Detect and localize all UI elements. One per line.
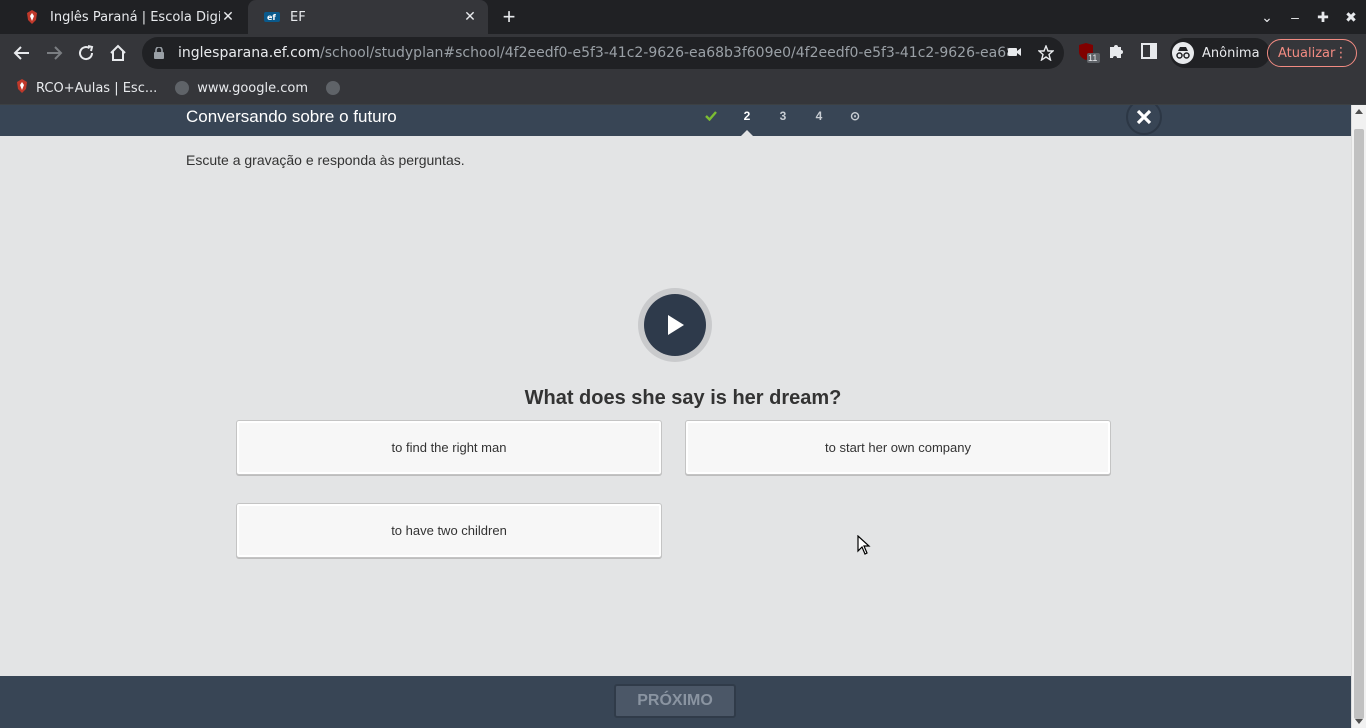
menu-dots-icon[interactable]: ⋮: [1334, 45, 1348, 61]
play-icon: [668, 315, 684, 335]
step-4[interactable]: 4: [806, 105, 832, 127]
answer-option-3[interactable]: to have two children: [236, 503, 662, 558]
answer-option-1[interactable]: to find the right man: [236, 420, 662, 475]
back-icon[interactable]: [10, 41, 34, 65]
new-tab-button[interactable]: +: [498, 6, 520, 28]
update-button[interactable]: Atualizar ⋮: [1267, 39, 1357, 67]
url-host: inglesparana.ef.com: [178, 45, 321, 61]
current-step-pointer: [741, 130, 753, 136]
extension-badge: 11: [1088, 53, 1098, 63]
scrollbar-thumb[interactable]: [1354, 129, 1364, 719]
tab-strip: Inglês Paraná | Escola Digital ✕ ef EF ✕…: [0, 0, 1366, 34]
parana-crest-icon: [16, 79, 28, 97]
bookmark-untitled[interactable]: [326, 81, 341, 95]
profile-label: Anônima: [1202, 45, 1260, 61]
lock-icon[interactable]: [154, 46, 168, 60]
ef-logo-icon: ef: [264, 9, 280, 25]
tab-title: Inglês Paraná | Escola Digital: [50, 9, 220, 25]
incognito-icon: [1172, 42, 1194, 64]
bookmark-label: www.google.com: [197, 80, 309, 96]
instruction-text: Escute a gravação e responda às pergunta…: [186, 152, 465, 168]
url-text: inglesparana.ef.com/school/studyplan#sch…: [178, 45, 1008, 61]
browser-toolbar: inglesparana.ef.com/school/studyplan#sch…: [0, 34, 1366, 72]
svg-text:ef: ef: [267, 13, 276, 22]
scroll-down-arrow-icon[interactable]: [1355, 719, 1363, 724]
step-navigator: 2 3 4 ⊙: [698, 105, 868, 136]
step-3[interactable]: 3: [770, 105, 796, 127]
tab-ingles-parana[interactable]: Inglês Paraná | Escola Digital ✕: [8, 0, 246, 34]
summary-step-icon[interactable]: ⊙: [842, 105, 868, 127]
address-bar[interactable]: inglesparana.ef.com/school/studyplan#sch…: [142, 37, 1064, 69]
update-label: Atualizar: [1278, 45, 1336, 61]
checkmark-icon: [705, 111, 717, 121]
question-text: What does she say is her dream?: [524, 387, 842, 409]
answer-label: to have two children: [391, 523, 507, 538]
activity-header: Conversando sobre o futuro 2 3 4 ⊙: [0, 105, 1351, 136]
activity-footer: PRÓXIMO: [0, 676, 1351, 728]
side-panel-icon[interactable]: [1140, 42, 1160, 62]
audio-play-button[interactable]: [638, 288, 712, 362]
close-activity-button[interactable]: [1126, 105, 1162, 135]
mouse-cursor-icon: [857, 534, 871, 555]
globe-icon: [326, 81, 341, 95]
close-tab-icon[interactable]: ✕: [462, 9, 478, 25]
bookmark-rco-aulas[interactable]: RCO+Aulas | Esc...: [16, 79, 157, 97]
scroll-up-arrow-icon[interactable]: [1355, 109, 1363, 114]
bookmark-label: RCO+Aulas | Esc...: [36, 80, 158, 96]
parana-crest-icon: [24, 9, 40, 25]
ublock-extension-icon[interactable]: 11: [1078, 42, 1100, 63]
minimize-icon[interactable]: –: [1288, 9, 1302, 25]
answer-label: to find the right man: [391, 440, 507, 455]
globe-icon: [175, 81, 190, 95]
camera-icon[interactable]: [1008, 45, 1022, 66]
step-2-current[interactable]: 2: [734, 105, 760, 127]
reload-icon[interactable]: [74, 41, 98, 65]
answer-label: to start her own company: [825, 440, 971, 455]
tab-search-icon[interactable]: ⌄: [1260, 9, 1274, 26]
maximize-icon[interactable]: ✚: [1316, 9, 1330, 26]
incognito-profile-button[interactable]: Anônima: [1170, 38, 1270, 68]
tab-ef[interactable]: ef EF ✕: [248, 0, 488, 34]
bookmark-google[interactable]: www.google.com: [175, 81, 308, 96]
forward-icon[interactable]: [42, 41, 66, 65]
tab-title: EF: [290, 9, 306, 25]
url-path: /school/studyplan#school/4f2eedf0-e5f3-4…: [320, 45, 1008, 61]
home-icon[interactable]: [106, 41, 130, 65]
bookmarks-bar: RCO+Aulas | Esc... www.google.com: [0, 72, 1366, 105]
window-controls: ⌄ – ✚ ✖: [1260, 0, 1358, 34]
next-button[interactable]: PRÓXIMO: [614, 684, 736, 718]
page-content: Conversando sobre o futuro 2 3 4 ⊙ Escut…: [0, 105, 1351, 728]
bookmark-star-icon[interactable]: [1037, 44, 1055, 66]
answer-option-2[interactable]: to start her own company: [685, 420, 1111, 475]
activity-title: Conversando sobre o futuro: [186, 107, 397, 126]
page-scrollbar[interactable]: [1351, 105, 1366, 728]
close-tab-icon[interactable]: ✕: [220, 9, 236, 25]
step-1-completed[interactable]: [698, 105, 724, 127]
close-window-icon[interactable]: ✖: [1344, 9, 1358, 26]
close-icon: [1136, 109, 1152, 125]
extensions-puzzle-icon[interactable]: [1108, 42, 1128, 62]
